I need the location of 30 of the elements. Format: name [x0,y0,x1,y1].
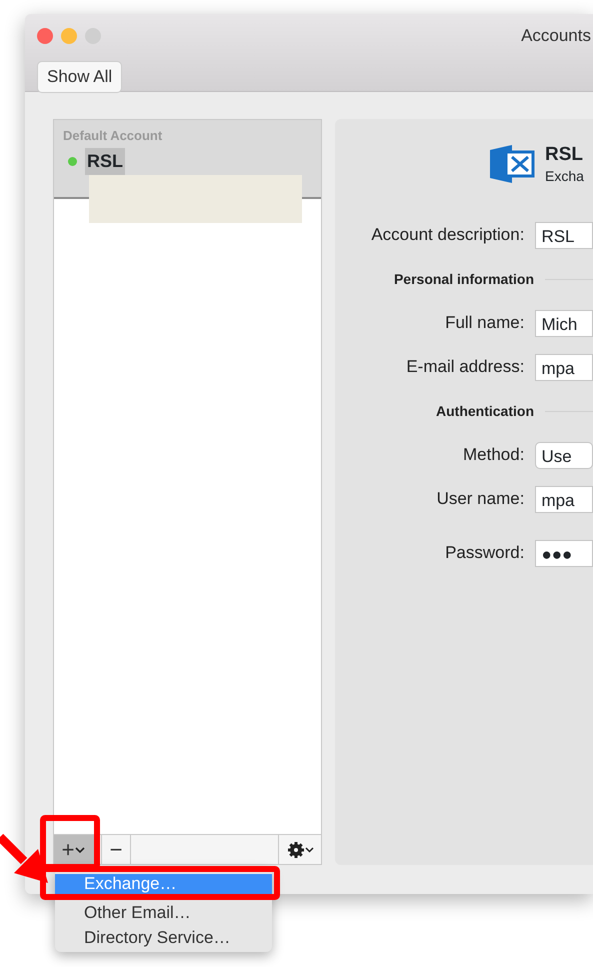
account-name: RSL [545,145,584,166]
menu-item[interactable]: Other Email… [55,900,272,925]
field-label: Password: [444,542,524,564]
list-header: Default Account [63,127,164,145]
section-heading: Personal information [392,270,534,288]
field-label: Method: [462,444,524,466]
method-dropdown[interactable]: Use [535,442,593,468]
caret-icon [74,844,86,854]
password-field[interactable]: ●●● [535,540,593,566]
field-label: Full name: [444,312,524,334]
input-field[interactable]: mpa [535,486,593,512]
field-label: Account description: [370,224,524,246]
input-field[interactable]: mpa [535,354,593,380]
section-heading: Authentication [435,402,534,420]
account-type: Excha [545,166,584,186]
exchange-icon [490,145,535,183]
field-label: E-mail address: [405,356,524,378]
show-all-button[interactable]: Show All [37,61,122,92]
account-name[interactable]: RSL [85,148,125,174]
gear-icon [286,840,304,858]
close-button[interactable] [37,28,53,44]
minimize-button[interactable] [61,28,77,44]
field-label: User name: [436,488,524,510]
remove-button[interactable]: − [101,835,131,864]
menu-item[interactable]: Directory Service… [55,925,272,950]
input-field[interactable]: Mich [535,310,593,336]
add-button[interactable]: + [54,835,95,864]
input-field[interactable]: RSL [535,222,593,248]
window-title: Accounts [521,25,591,48]
caret-icon [304,846,314,854]
